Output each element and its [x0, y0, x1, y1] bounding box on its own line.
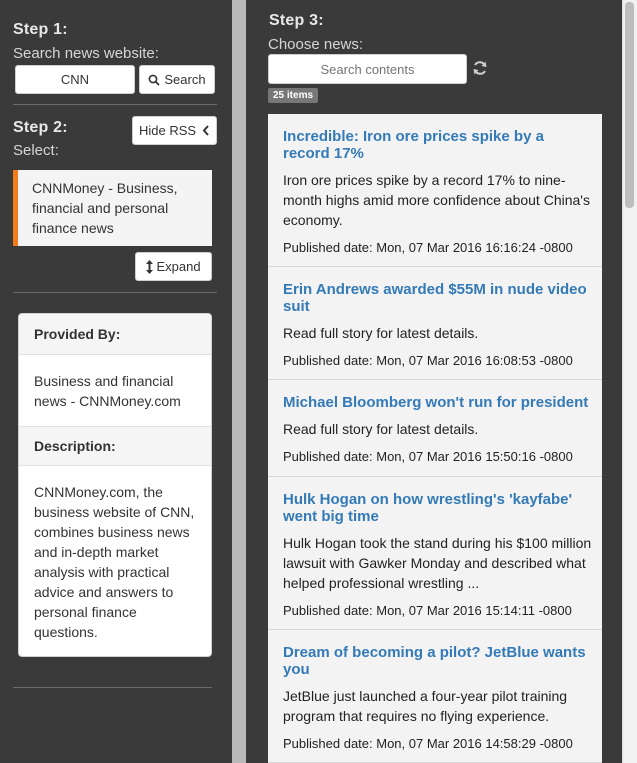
news-item[interactable]: Dream of becoming a pilot? JetBlue wants…	[268, 630, 602, 763]
hide-rss-button[interactable]: Hide RSS	[132, 116, 217, 145]
search-button-label: Search	[164, 72, 206, 87]
news-description: Read full story for latest details.	[283, 325, 479, 341]
news-title[interactable]: Incredible: Iron ore prices spike by a r…	[283, 114, 592, 162]
resize-vertical-icon	[146, 259, 154, 274]
step3-subtitle: Choose news:	[268, 36, 364, 53]
expand-label: Expand	[156, 259, 201, 274]
description-text: CNNMoney.com, the business website of CN…	[34, 484, 195, 640]
news-title[interactable]: Dream of becoming a pilot? JetBlue wants…	[283, 630, 592, 678]
step1-subtitle: Search news website:	[13, 45, 159, 62]
news-item[interactable]: Erin Andrews awarded $55M in nude video …	[268, 267, 602, 380]
news-description: JetBlue just launched a four-year pilot …	[283, 688, 568, 724]
news-date: Published date: Mon, 07 Mar 2016 16:16:2…	[283, 240, 573, 255]
website-input-value: CNN	[60, 72, 90, 87]
news-date: Published date: Mon, 07 Mar 2016 15:50:1…	[283, 449, 573, 464]
items-count-badge: 25 items	[268, 88, 319, 103]
news-title[interactable]: Michael Bloomberg won't run for presiden…	[283, 380, 592, 411]
chevron-left-icon	[202, 125, 209, 136]
website-input[interactable]: CNN	[15, 65, 135, 94]
news-item[interactable]: Incredible: Iron ore prices spike by a r…	[268, 114, 602, 267]
news-date: Published date: Mon, 07 Mar 2016 15:14:1…	[283, 603, 572, 618]
news-date: Published date: Mon, 07 Mar 2016 16:08:5…	[283, 353, 573, 368]
news-description: Read full story for latest details.	[283, 421, 479, 437]
search-contents-input[interactable]	[268, 54, 467, 84]
divider	[13, 292, 217, 293]
provided-by-text: Business and financial news - CNNMoney.c…	[34, 373, 181, 409]
provided-by-heading: Provided By:	[19, 314, 211, 355]
refresh-icon[interactable]	[472, 60, 488, 76]
search-button[interactable]: Search	[139, 65, 215, 94]
expand-button[interactable]: Expand	[135, 252, 212, 281]
left-panel: Step 1: Search news website: CNN Search …	[0, 0, 232, 763]
step1-title: Step 1:	[13, 21, 68, 38]
divider	[13, 104, 217, 105]
scrollbar-thumb[interactable]	[625, 2, 634, 208]
step2-subtitle: Select:	[13, 142, 59, 159]
feed-item-selected[interactable]: CNNMoney - Business, financial and perso…	[13, 170, 212, 246]
news-item[interactable]: Michael Bloomberg won't run for presiden…	[268, 380, 602, 477]
divider	[13, 687, 212, 688]
news-description: Iron ore prices spike by a record 17% to…	[283, 172, 590, 228]
news-item[interactable]: Hulk Hogan on how wrestling's 'kayfabe' …	[268, 477, 602, 630]
news-description: Hulk Hogan took the stand during his $10…	[283, 535, 592, 591]
feed-details-panel: Provided By: Business and financial news…	[18, 313, 212, 657]
news-date: Published date: Mon, 07 Mar 2016 14:58:2…	[283, 736, 573, 751]
feed-item-label: CNNMoney - Business, financial and perso…	[32, 180, 178, 236]
news-title[interactable]: Hulk Hogan on how wrestling's 'kayfabe' …	[283, 477, 592, 525]
news-title[interactable]: Erin Andrews awarded $55M in nude video …	[283, 267, 592, 315]
step2-title: Step 2:	[13, 119, 68, 136]
search-icon	[148, 74, 161, 86]
hide-rss-label: Hide RSS	[139, 123, 197, 138]
panel-splitter[interactable]	[232, 0, 246, 763]
news-list: Incredible: Iron ore prices spike by a r…	[268, 114, 602, 763]
step3-title: Step 3:	[269, 12, 324, 29]
description-heading: Description:	[19, 426, 211, 466]
